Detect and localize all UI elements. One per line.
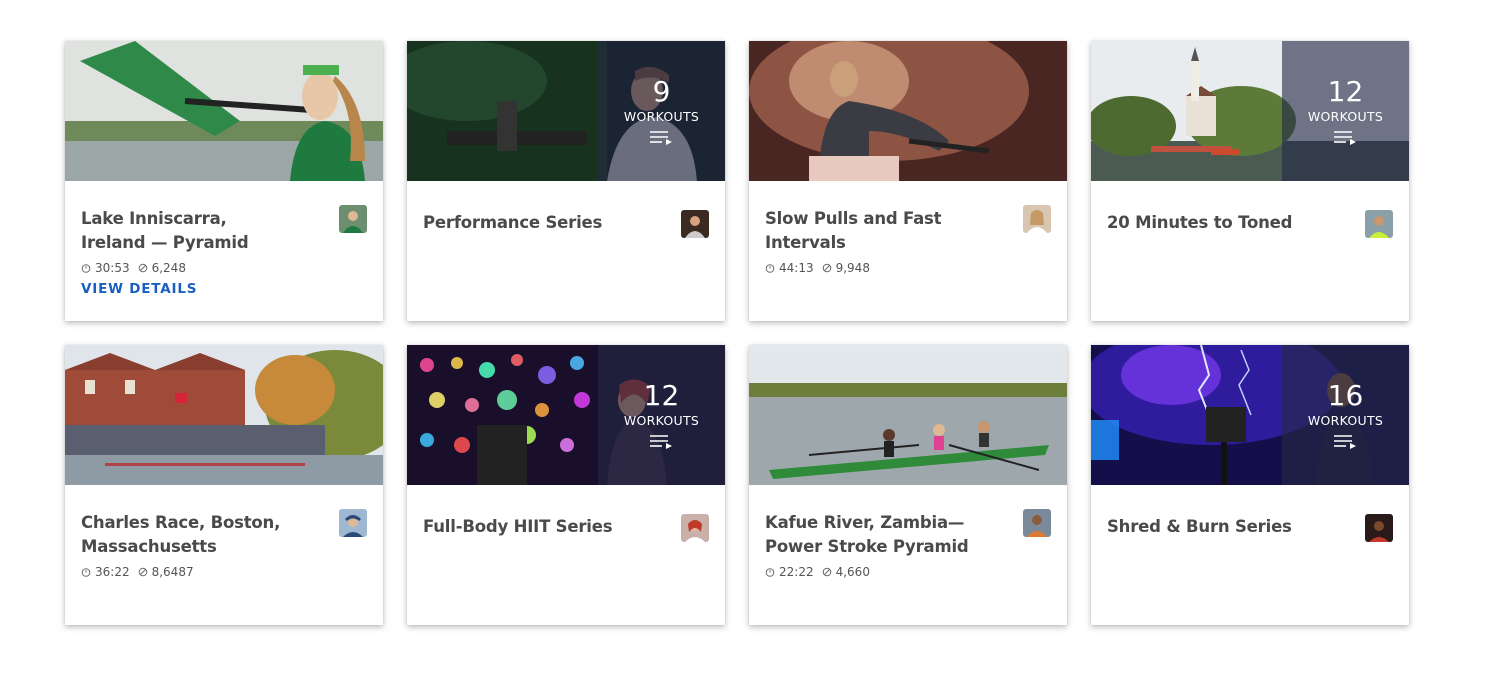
coach-avatar	[1365, 514, 1393, 542]
workout-thumbnail: 12 WORKOUTS	[407, 345, 725, 485]
series-card[interactable]: 9 WORKOUTS Performance Series	[407, 41, 725, 321]
card-meta: 44:13 9,948	[765, 261, 1051, 275]
playlist-icon	[649, 435, 672, 449]
card-body: Lake Inniscarra, Ireland — Pyramid 30:53…	[65, 181, 383, 298]
stopwatch-icon	[765, 568, 775, 577]
workout-thumbnail: 9 WORKOUTS	[407, 41, 725, 181]
meters-stat: 4,660	[822, 565, 870, 579]
series-card[interactable]: 16 WORKOUTS Shred & Burn Series	[1091, 345, 1409, 625]
meters-stat: 6,248	[138, 261, 186, 275]
card-meta: 36:22 8,6487	[81, 565, 367, 579]
duration-value: 44:13	[779, 261, 814, 275]
duration-stat: 30:53	[81, 261, 130, 275]
distance-icon	[138, 263, 147, 273]
card-body: Kafue River, Zambia— Power Stroke Pyrami…	[749, 485, 1067, 579]
workout-count-label: WORKOUTS	[623, 109, 700, 124]
meters-value: 4,660	[835, 565, 870, 579]
meters-value: 6,248	[151, 261, 186, 275]
duration-value: 36:22	[95, 565, 130, 579]
playlist-icon	[1333, 131, 1356, 145]
workout-card[interactable]: Kafue River, Zambia— Power Stroke Pyrami…	[749, 345, 1067, 625]
card-body: 20 Minutes to Toned	[1091, 181, 1409, 238]
meters-value: 8,6487	[151, 565, 194, 579]
series-card[interactable]: 12 WORKOUTS Full-Body HIIT Series	[407, 345, 725, 625]
duration-stat: 22:22	[765, 565, 814, 579]
series-card[interactable]: 12 WORKOUTS 20 Minutes to Toned	[1091, 41, 1409, 321]
coach-avatar	[1365, 210, 1393, 238]
meters-stat: 9,948	[822, 261, 870, 275]
duration-value: 22:22	[779, 565, 814, 579]
distance-icon	[822, 567, 831, 577]
workout-count: 16	[1327, 379, 1364, 412]
coach-avatar	[339, 205, 367, 233]
card-meta: 30:53 6,248	[81, 261, 367, 275]
coach-avatar	[681, 514, 709, 542]
workout-thumbnail	[65, 345, 383, 485]
workout-thumbnail	[65, 41, 383, 181]
duration-value: 30:53	[95, 261, 130, 275]
stopwatch-icon	[81, 568, 91, 577]
workout-thumbnail: 12 WORKOUTS	[1091, 41, 1409, 181]
series-count-overlay: 12 WORKOUTS	[598, 345, 725, 485]
duration-stat: 44:13	[765, 261, 814, 275]
workout-count: 12	[643, 379, 680, 412]
workout-thumbnail	[749, 345, 1067, 485]
workout-card[interactable]: Charles Race, Boston, Massachusetts 36:2…	[65, 345, 383, 625]
stopwatch-icon	[81, 264, 91, 273]
stopwatch-icon	[765, 264, 775, 273]
card-title[interactable]: Full-Body HIIT Series	[423, 515, 638, 539]
card-body: Performance Series	[407, 181, 725, 238]
workout-grid: Lake Inniscarra, Ireland — Pyramid 30:53…	[65, 41, 1409, 625]
series-count-overlay: 9 WORKOUTS	[598, 41, 725, 181]
card-title[interactable]: Kafue River, Zambia— Power Stroke Pyrami…	[765, 511, 980, 559]
workout-count-label: WORKOUTS	[1307, 413, 1384, 428]
workout-count-label: WORKOUTS	[623, 413, 700, 428]
workout-count: 9	[652, 75, 671, 108]
card-title[interactable]: Charles Race, Boston, Massachusetts	[81, 511, 296, 559]
card-body: Full-Body HIIT Series	[407, 485, 725, 542]
workout-card[interactable]: Lake Inniscarra, Ireland — Pyramid 30:53…	[65, 41, 383, 321]
playlist-icon	[1333, 435, 1356, 449]
series-count-overlay: 16 WORKOUTS	[1282, 345, 1409, 485]
card-title[interactable]: Lake Inniscarra, Ireland — Pyramid	[81, 207, 296, 255]
coach-avatar	[339, 509, 367, 537]
workout-count-label: WORKOUTS	[1307, 109, 1384, 124]
card-body: Slow Pulls and Fast Intervals 44:13 9,94…	[749, 181, 1067, 275]
card-meta: 22:22 4,660	[765, 565, 1051, 579]
workout-thumbnail: 16 WORKOUTS	[1091, 345, 1409, 485]
card-title[interactable]: Shred & Burn Series	[1107, 515, 1322, 539]
card-title[interactable]: 20 Minutes to Toned	[1107, 211, 1322, 235]
coach-avatar	[1023, 509, 1051, 537]
duration-stat: 36:22	[81, 565, 130, 579]
card-body: Shred & Burn Series	[1091, 485, 1409, 542]
distance-icon	[822, 263, 831, 273]
coach-avatar	[1023, 205, 1051, 233]
distance-icon	[138, 567, 147, 577]
coach-avatar	[681, 210, 709, 238]
card-title[interactable]: Slow Pulls and Fast Intervals	[765, 207, 980, 255]
meters-stat: 8,6487	[138, 565, 194, 579]
meters-value: 9,948	[835, 261, 870, 275]
series-count-overlay: 12 WORKOUTS	[1282, 41, 1409, 181]
card-title[interactable]: Performance Series	[423, 211, 638, 235]
workout-card[interactable]: Slow Pulls and Fast Intervals 44:13 9,94…	[749, 41, 1067, 321]
view-details-link[interactable]: VIEW DETAILS	[81, 281, 197, 297]
workout-count: 12	[1327, 75, 1364, 108]
playlist-icon	[649, 131, 672, 145]
card-body: Charles Race, Boston, Massachusetts 36:2…	[65, 485, 383, 579]
workout-thumbnail	[749, 41, 1067, 181]
